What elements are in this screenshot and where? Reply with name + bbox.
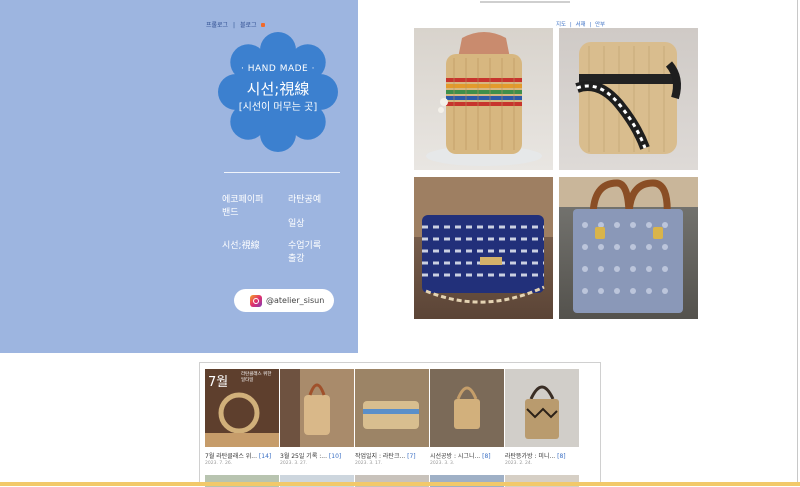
blog-links: 프롤로그 | 블로그 — [206, 20, 268, 29]
new-badge-icon — [261, 23, 266, 27]
post-date: 2023. 3. 17. — [355, 461, 383, 466]
prologue-link[interactable]: 프롤로그 — [206, 22, 228, 29]
post-title[interactable]: 시선공방 : 시그니... [8] — [430, 451, 504, 460]
comment-count: [14] — [258, 453, 272, 460]
menu-rattan-craft[interactable]: 라탄공예 — [288, 194, 321, 207]
top-links: 지도 | 서재 | 안부 — [556, 20, 607, 28]
post-title[interactable]: 3월 25일 기록 :... [10] — [280, 451, 354, 460]
blog-title: 시선;視線 — [246, 80, 310, 98]
comment-count: [7] — [407, 453, 416, 460]
instagram-handle: @atelier_sisun — [266, 296, 325, 305]
blog-subtitle: [시선이 머무는 곳] — [238, 102, 318, 113]
top-bar-remnant — [480, 0, 610, 4]
thumb-month-label: 7월 — [208, 375, 229, 390]
menu-eco-paper-band[interactable]: 에코페이퍼 밴드 — [222, 194, 263, 220]
post-thumbnail[interactable] — [355, 369, 429, 447]
hand-made-label: · HAND MADE · — [241, 64, 315, 74]
bottom-accent-strip — [0, 482, 800, 486]
post-date: 2023. 2. 24. — [505, 461, 533, 466]
blog-link[interactable]: 블로그 — [240, 22, 257, 29]
menu-daily[interactable]: 일상 — [288, 218, 305, 231]
post-title[interactable]: 라탄뜽가방 : 미니... [8] — [505, 451, 579, 460]
post-date: 2023. 3. 27. — [280, 461, 308, 466]
page-edge-line — [797, 0, 798, 486]
photo-navy-clutch[interactable] — [414, 177, 553, 319]
flower-badge: · HAND MADE · 시선;視線 [시선이 머무는 곳] — [218, 32, 338, 152]
post-date: 2023. 7. 26. — [205, 461, 233, 466]
photo-rainbow-basket[interactable] — [414, 28, 553, 170]
comment-count: [10] — [328, 453, 342, 460]
thumb-sub-label: 라탄클래스 위한 일타일 — [241, 372, 272, 383]
photo-blue-tote[interactable] — [559, 177, 698, 319]
recent-posts-widget: 7월 라탄클래스 위한 일타일 7월 라탄클래스 위... [14] 3월 25… — [199, 362, 601, 487]
post-thumbnail[interactable] — [430, 369, 504, 447]
photo-scarf-basket[interactable] — [559, 28, 698, 170]
menu-class-record[interactable]: 수업기록 출강 — [288, 240, 321, 266]
menu-sisun[interactable]: 시선;視線 — [222, 240, 260, 253]
instagram-link[interactable]: @atelier_sisun — [234, 289, 334, 312]
comment-count: [8] — [482, 453, 491, 460]
comment-count: [8] — [557, 453, 566, 460]
post-title[interactable]: 7월 라탄클래스 위... [14] — [205, 451, 279, 460]
link-separator: | — [233, 22, 236, 29]
post-title[interactable]: 작업일지 : 라탄크... [7] — [355, 451, 429, 460]
post-thumbnail[interactable] — [505, 369, 579, 447]
profile-divider — [224, 172, 340, 173]
post-date: 2023. 3. 3. — [430, 461, 455, 466]
post-thumbnail[interactable]: 7월 라탄클래스 위한 일타일 — [205, 369, 279, 447]
post-thumbnail[interactable] — [280, 369, 354, 447]
instagram-icon — [250, 294, 262, 307]
profile-panel: 프롤로그 | 블로그 · HAND MADE · 시선;視線 [시선이 머무는 … — [0, 0, 358, 353]
